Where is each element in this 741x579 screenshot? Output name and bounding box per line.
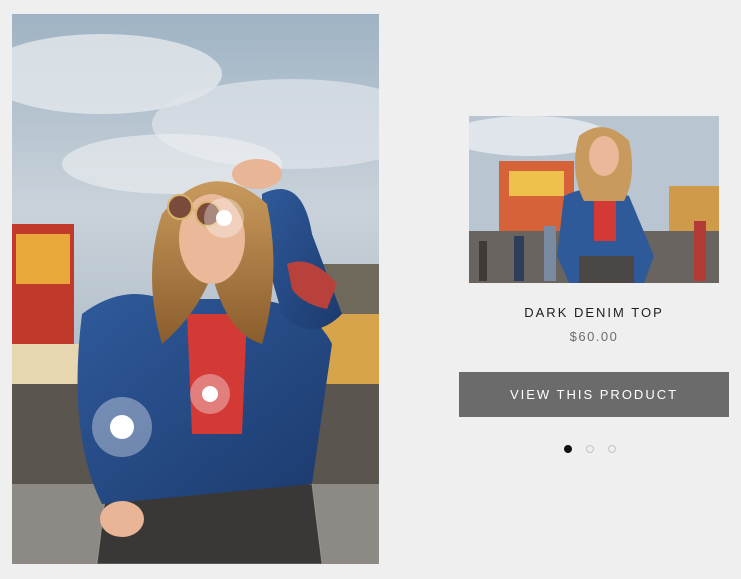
- lookbook-photo: [12, 14, 379, 564]
- product-photo: [469, 116, 719, 283]
- hotspot-jacket[interactable]: [92, 397, 152, 457]
- carousel-dot-2[interactable]: [586, 445, 594, 453]
- hotspot-top[interactable]: [190, 374, 230, 414]
- lookbook-image: [12, 14, 379, 564]
- view-product-button[interactable]: VIEW THIS PRODUCT: [459, 372, 729, 417]
- carousel-pagination: [564, 445, 616, 453]
- product-price: $60.00: [569, 329, 619, 344]
- product-title[interactable]: DARK DENIM TOP: [459, 305, 729, 320]
- product-thumbnail[interactable]: [469, 116, 719, 283]
- hotspot-sunglasses[interactable]: [204, 198, 244, 238]
- carousel-dot-3[interactable]: [608, 445, 616, 453]
- carousel-dot-1[interactable]: [564, 445, 572, 453]
